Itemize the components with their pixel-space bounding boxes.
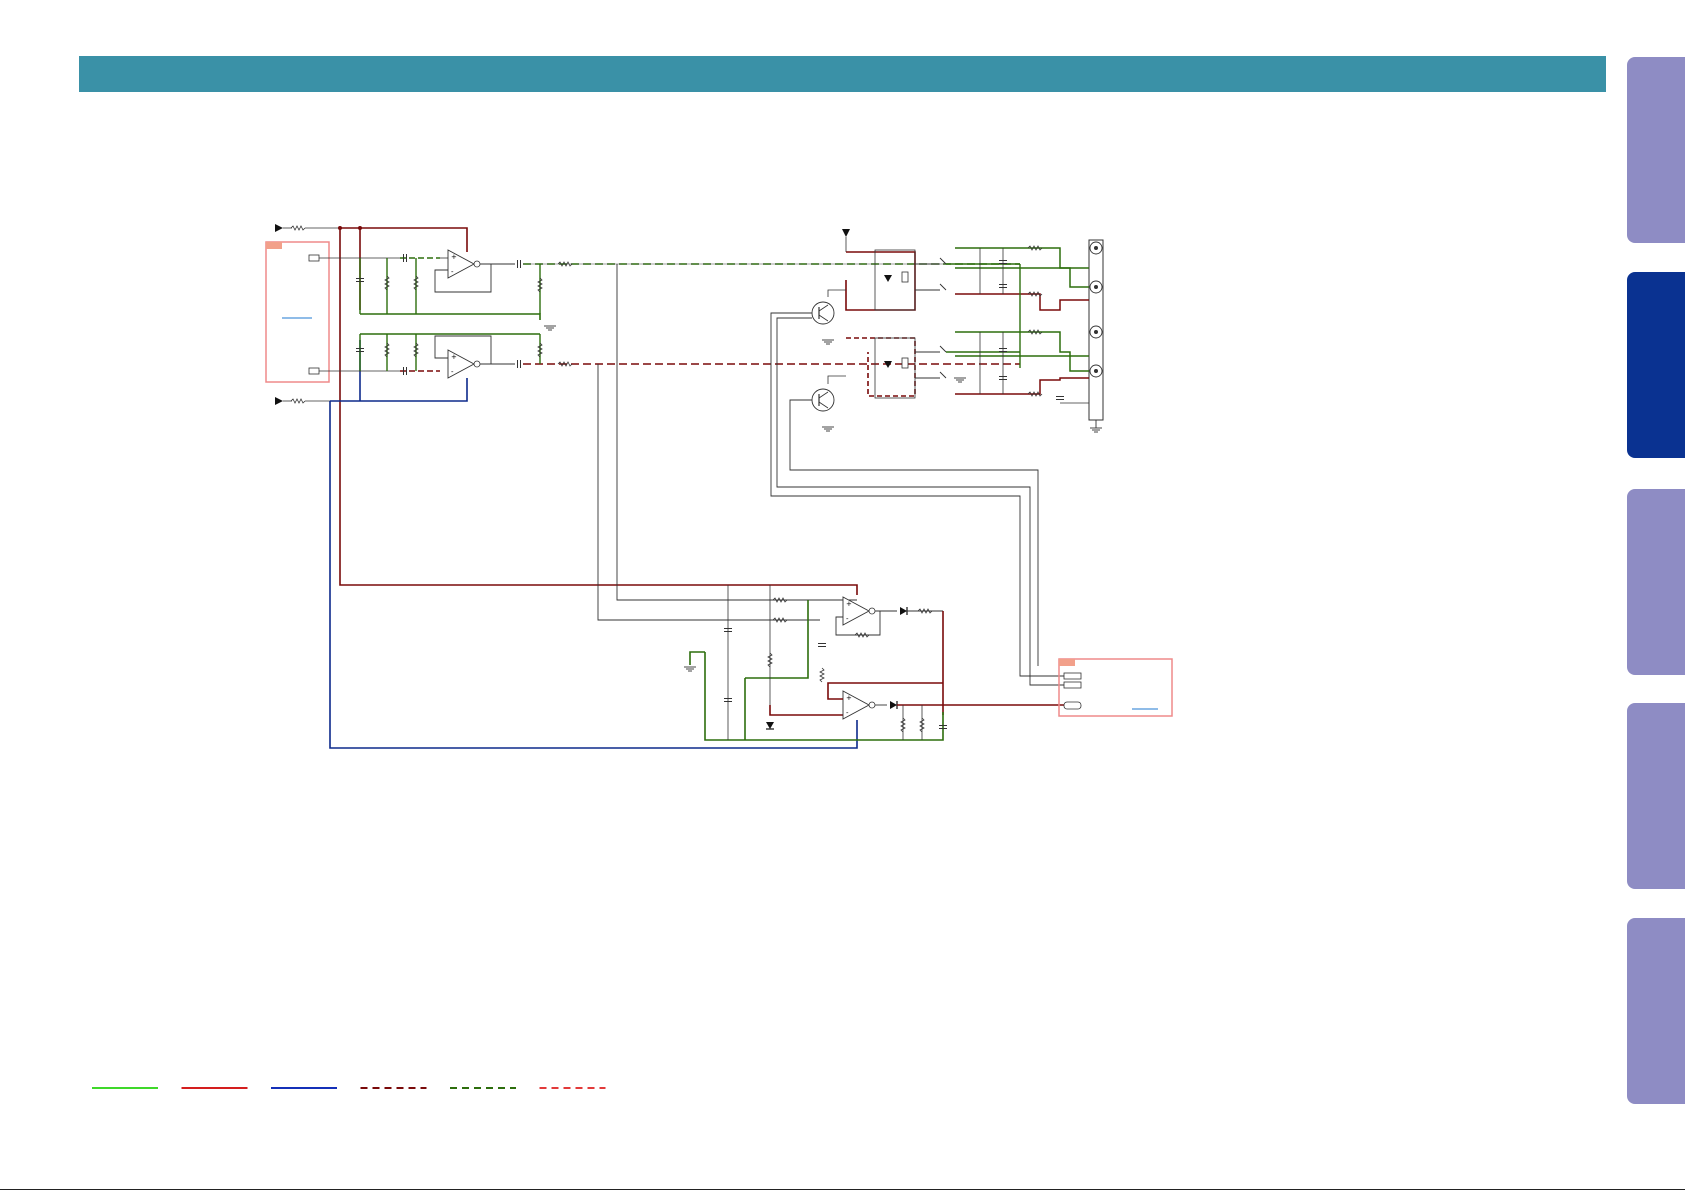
line-legend [92, 1087, 606, 1089]
bottom-rule [0, 1189, 1685, 1190]
